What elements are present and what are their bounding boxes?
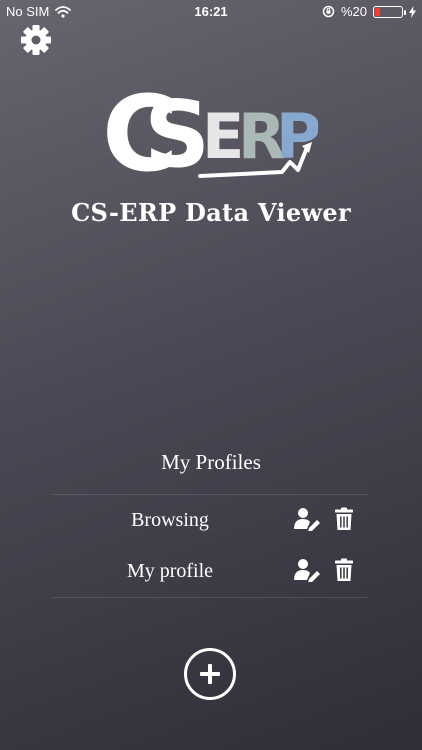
profile-name[interactable]: My profile <box>52 560 288 583</box>
edit-profile-button[interactable] <box>294 507 322 533</box>
charging-bolt-icon <box>409 5 416 18</box>
gear-icon <box>21 25 51 55</box>
profiles-list: Browsing My profile <box>52 494 368 598</box>
delete-profile-button[interactable] <box>334 558 362 584</box>
trash-icon <box>335 507 353 530</box>
edit-profile-button[interactable] <box>294 558 322 584</box>
profile-row[interactable]: Browsing <box>52 495 368 546</box>
status-right: %20 <box>322 4 416 19</box>
settings-button[interactable] <box>18 22 54 58</box>
delete-profile-button[interactable] <box>334 507 362 533</box>
app-title: CS-ERP Data Viewer <box>71 198 351 227</box>
user-edit-icon <box>294 508 320 532</box>
orientation-lock-icon <box>322 5 335 18</box>
battery-level-fill <box>375 7 380 16</box>
profile-row[interactable]: My profile <box>52 546 368 597</box>
trash-icon <box>335 558 353 581</box>
battery-percent: %20 <box>340 4 367 19</box>
user-edit-icon <box>294 559 320 583</box>
plus-icon <box>200 664 220 684</box>
profile-name[interactable]: Browsing <box>52 509 288 532</box>
add-profile-button[interactable] <box>184 648 236 700</box>
profiles-title: My Profiles <box>161 450 261 474</box>
cs-erp-logo: C S E R P <box>104 82 318 182</box>
battery-icon <box>373 5 406 18</box>
logo-letter-p: P <box>276 100 318 173</box>
logo-letter-s: S <box>144 82 210 182</box>
status-bar: No SIM 16:21 %20 <box>0 0 422 22</box>
